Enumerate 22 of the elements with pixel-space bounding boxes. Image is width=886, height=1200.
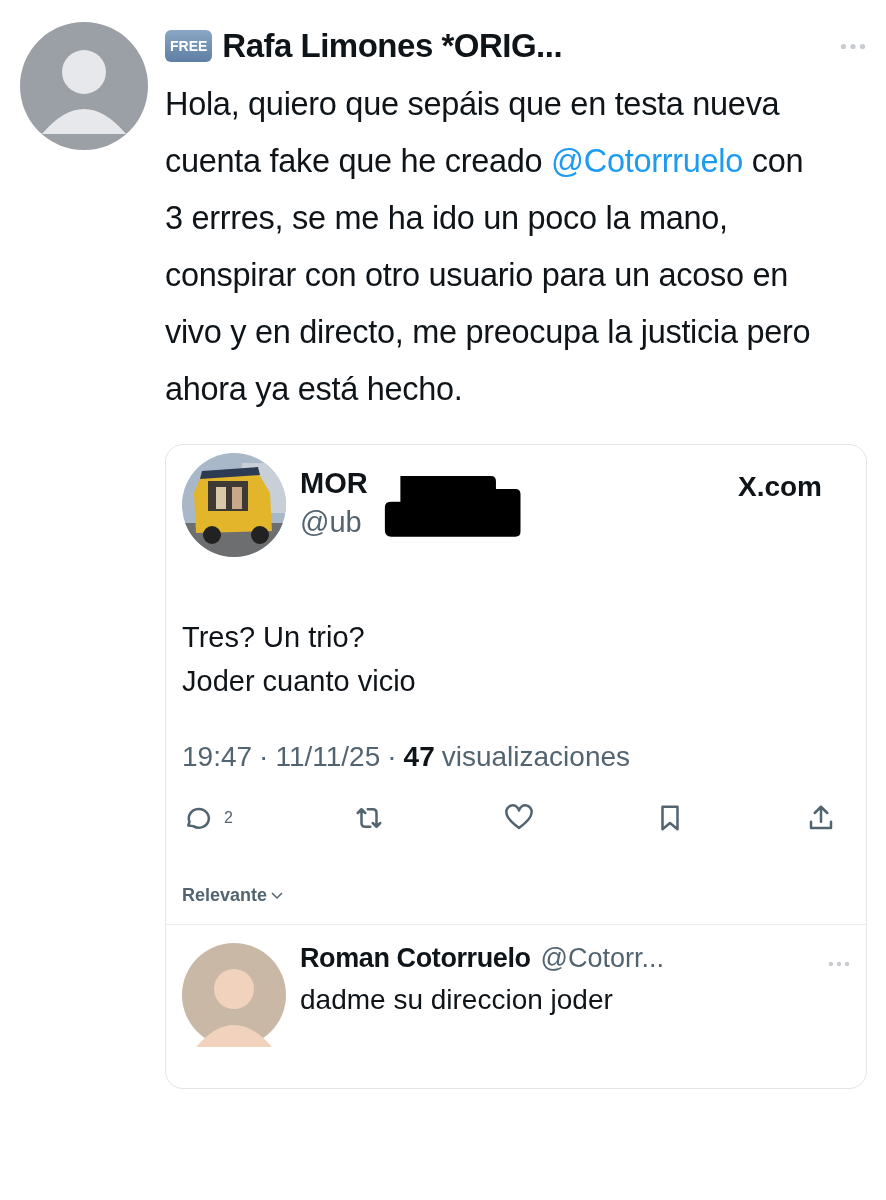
reply-button[interactable]: 2 — [182, 803, 233, 833]
separator-dot: · — [387, 741, 397, 773]
chevron-down-icon — [271, 891, 284, 900]
post-text: Hola, quiero que sepáis que en testa nueva cuenta fake que he creado @Cotorrruelo con 3 errres, se me ha ido un poco la mano, conspirar con otro usuario para un acoso en vivo y en directo, me preocupa la justicia pero ahora ya está hecho. — [165, 85, 812, 409]
views-label: visualizaciones — [441, 741, 631, 773]
post-time: 19:47 — [182, 741, 253, 773]
reply-text: dadme su direccion joder — [300, 984, 614, 1016]
author-name[interactable]: MOR — [300, 467, 368, 500]
author-name[interactable]: Rafa Limones *ORIG... — [222, 27, 563, 65]
post-text: Tres? Un trio? — [182, 620, 366, 655]
views-count: 47 — [403, 741, 435, 773]
avatar[interactable] — [20, 22, 148, 150]
sort-dropdown[interactable]: Relevante — [182, 885, 284, 906]
free-badge: FREE — [165, 30, 213, 62]
post-text: Joder cuanto vicio — [182, 664, 417, 699]
author-handle[interactable]: @ub — [300, 506, 368, 539]
post-date: 11/11/25 — [275, 741, 381, 773]
source-label: X.com — [737, 470, 822, 504]
quoted-post-card[interactable]: MOR @ub X.com Tres? Un trio? Joder cuanto vicio 19:47 · 11/11/25 · 47 visualizaciones 2 Relevante Roman Cotorruelo @Cotorr... dadme su direccion joder — [165, 444, 867, 1089]
separator-dot: · — [259, 741, 269, 773]
author-handle[interactable]: @Cotorr... — [540, 943, 665, 974]
author-name[interactable]: Roman Cotorruelo — [300, 943, 531, 974]
